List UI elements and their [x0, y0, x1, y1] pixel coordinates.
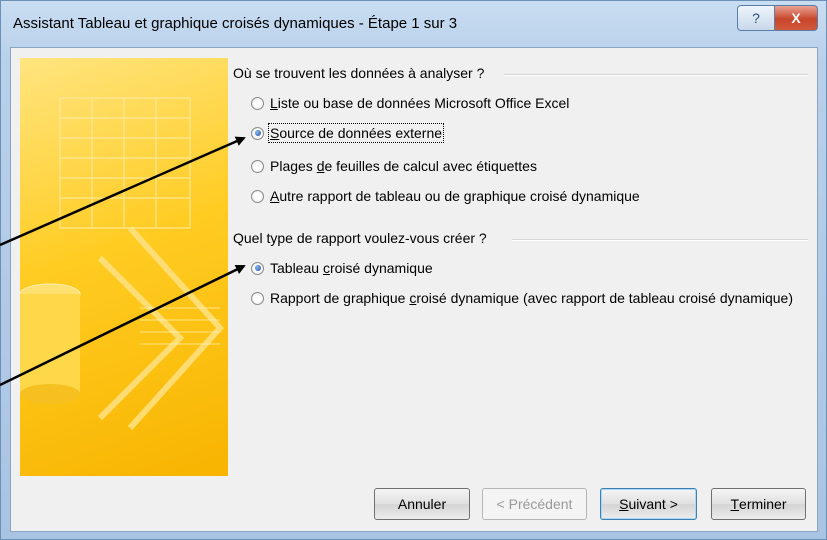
annotation-arrows: [0, 136, 246, 387]
arrow-to-pivot-table: [0, 264, 246, 387]
arrow-to-external-source: [0, 136, 246, 247]
